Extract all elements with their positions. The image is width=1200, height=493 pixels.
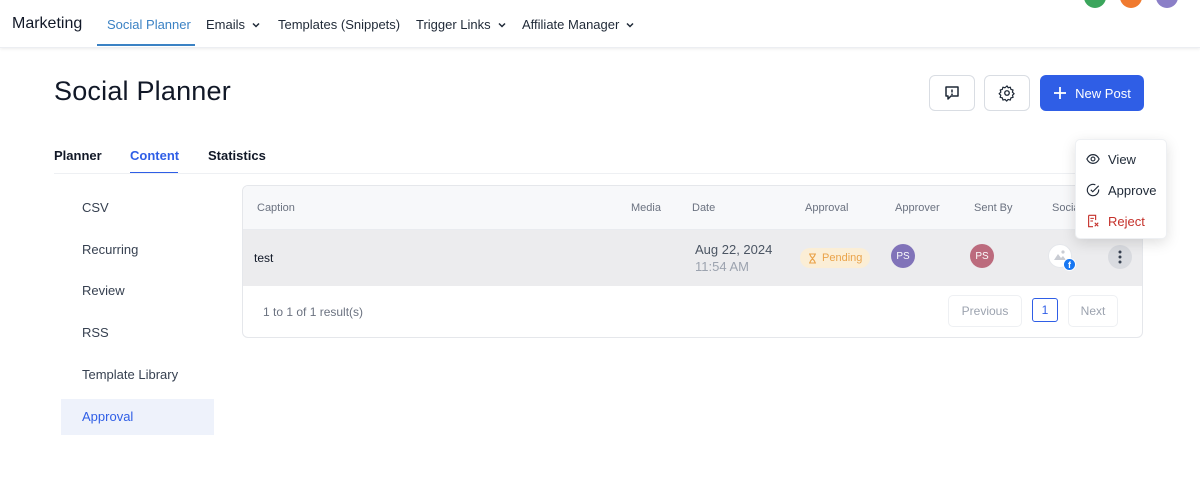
page-title: Social Planner [54, 76, 231, 106]
hourglass-icon [809, 252, 816, 264]
tabs-divider [54, 173, 1144, 174]
top-avatar-green[interactable] [1084, 0, 1106, 8]
menu-item-view[interactable]: View [1086, 149, 1136, 169]
chevron-down-icon [626, 22, 634, 28]
menu-item-label: Reject [1108, 213, 1145, 229]
document-reject-icon [1088, 214, 1099, 228]
column-header-approval: Approval [805, 202, 849, 214]
chevron-down-icon [252, 22, 260, 28]
sidebar-item-recurring[interactable]: Recurring [61, 232, 214, 268]
new-post-label: New Post [1075, 85, 1131, 101]
date-cell: Aug 22, 2024 [695, 242, 773, 257]
chevron-down-icon [498, 22, 506, 28]
caption-cell: test [254, 251, 274, 265]
row-actions-menu: View Approve Reject [1075, 139, 1167, 239]
new-post-button[interactable]: New Post [1040, 75, 1144, 111]
column-header-date: Date [692, 202, 716, 214]
page-number-button[interactable]: 1 [1032, 298, 1058, 322]
sidebar-item-rss[interactable]: RSS [61, 315, 214, 351]
sidebar-item-review[interactable]: Review [61, 273, 214, 309]
nav-item-affiliate-manager[interactable]: Affiliate Manager [522, 17, 635, 32]
nav-item-trigger-links[interactable]: Trigger Links [416, 17, 507, 32]
tab-planner[interactable]: Planner [54, 148, 102, 163]
sidebar-item-approval[interactable]: Approval [61, 399, 214, 435]
settings-button[interactable] [984, 75, 1030, 111]
nav-item-label: Social Planner [107, 17, 191, 32]
nav-item-emails[interactable]: Emails [206, 17, 261, 32]
time-cell: 11:54 AM [695, 259, 749, 274]
top-avatar-purple[interactable] [1156, 0, 1178, 8]
status-label: Pending [822, 252, 863, 264]
previous-page-button[interactable]: Previous [948, 295, 1022, 327]
tab-content[interactable]: Content [130, 148, 179, 163]
nav-item-label: Affiliate Manager [522, 17, 620, 32]
table-header: Caption Media Date Approval Approver Sen… [243, 186, 1142, 230]
posts-table: Caption Media Date Approval Approver Sen… [242, 185, 1143, 338]
column-header-media: Media [631, 202, 661, 214]
eye-icon [1086, 154, 1100, 164]
column-header-caption: Caption [257, 202, 295, 214]
row-actions-button[interactable] [1108, 245, 1132, 269]
content-tabs: Planner Content Statistics [54, 148, 1144, 174]
tab-statistics[interactable]: Statistics [208, 148, 266, 163]
approver-avatar: PS [891, 244, 915, 268]
column-header-sent-by: Sent By [974, 202, 1013, 214]
nav-item-label: Templates (Snippets) [278, 17, 401, 32]
table-row[interactable]: test Aug 22, 2024 11:54 AM Pending PS PS… [243, 230, 1142, 286]
more-vertical-icon [1118, 250, 1122, 264]
nav-item-label: Trigger Links [416, 17, 491, 32]
check-circle-icon [1086, 183, 1100, 197]
top-navigation: Marketing Social Planner Emails Template… [0, 0, 1200, 48]
results-count: 1 to 1 of 1 result(s) [263, 305, 364, 319]
brand-title: Marketing [12, 15, 83, 32]
sent-by-avatar: PS [970, 244, 994, 268]
top-avatar-orange[interactable] [1120, 0, 1142, 8]
feedback-icon [945, 86, 959, 100]
feedback-button[interactable] [929, 75, 975, 111]
menu-item-label: View [1108, 151, 1136, 167]
gear-icon [998, 85, 1015, 102]
sidebar-item-csv[interactable]: CSV [61, 190, 214, 226]
plus-icon [1054, 87, 1067, 99]
table-footer: 1 to 1 of 1 result(s) Previous 1 Next [243, 286, 1142, 337]
sidebar-item-template-library[interactable]: Template Library [61, 357, 214, 393]
nav-item-label: Emails [206, 17, 246, 32]
facebook-icon: f [1063, 258, 1076, 271]
nav-item-social-planner[interactable]: Social Planner [107, 17, 191, 32]
menu-item-approve[interactable]: Approve [1086, 180, 1156, 200]
nav-item-templates[interactable]: Templates (Snippets) [278, 17, 400, 32]
nav-active-indicator [97, 44, 195, 46]
next-page-button[interactable]: Next [1068, 295, 1118, 327]
status-badge: Pending [800, 248, 871, 268]
menu-item-reject[interactable]: Reject [1086, 211, 1145, 231]
menu-item-label: Approve [1108, 182, 1157, 198]
column-header-approver: Approver [895, 202, 940, 214]
